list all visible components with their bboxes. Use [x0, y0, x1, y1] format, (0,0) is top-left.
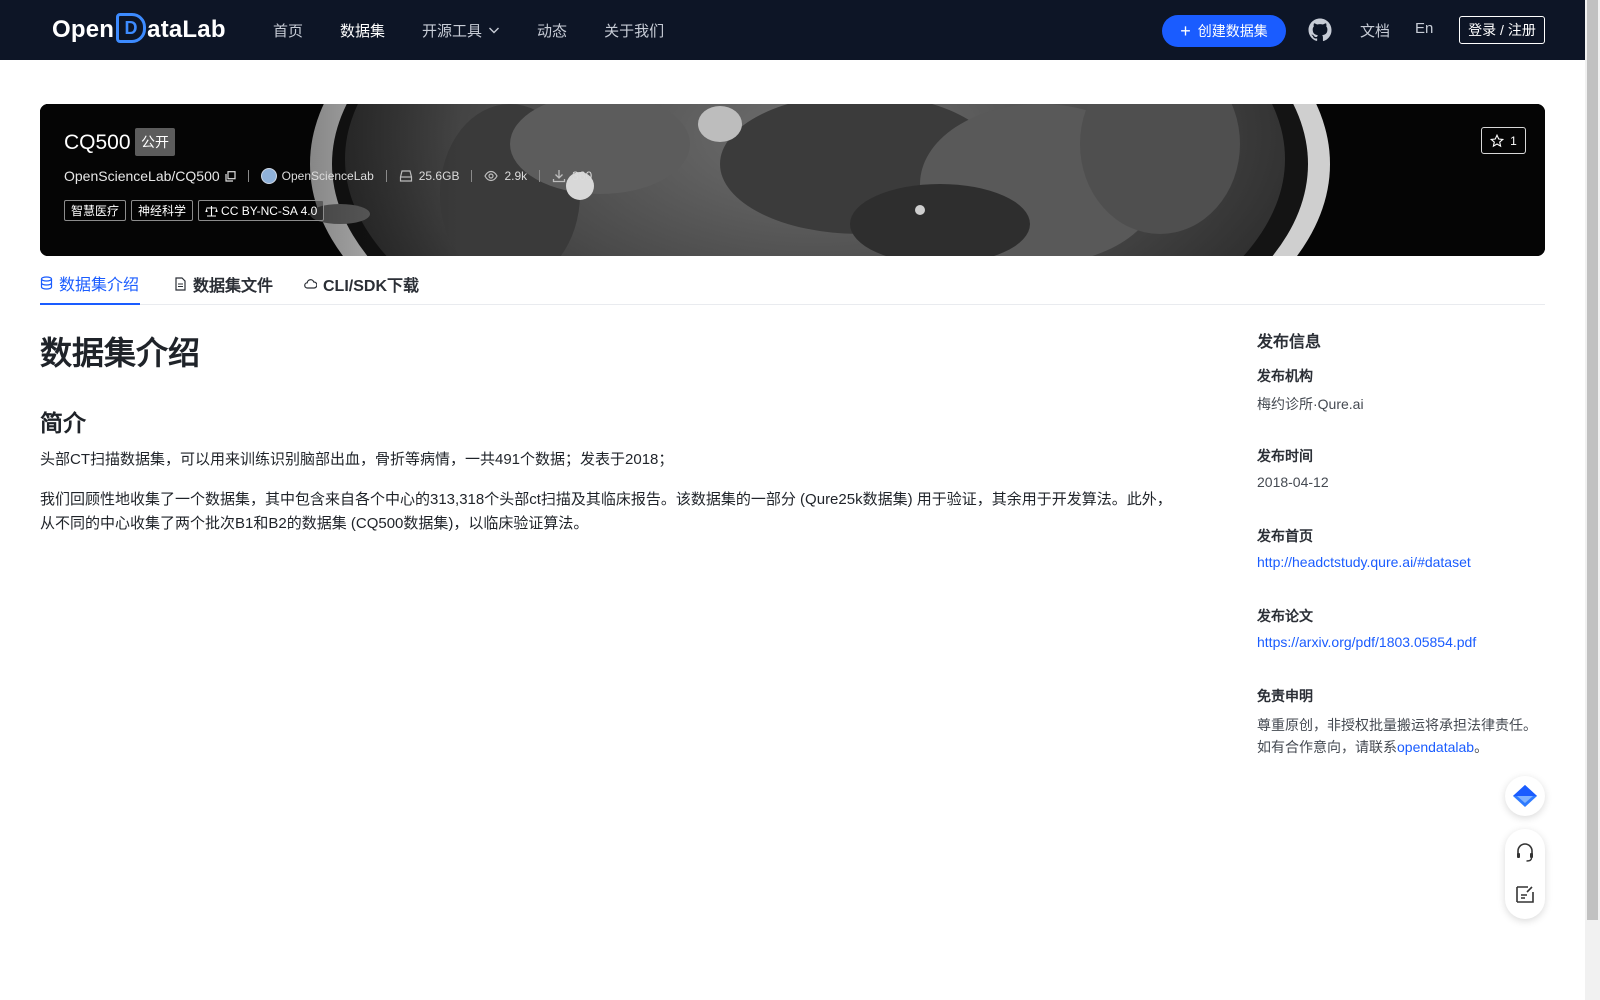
dataset-meta-row: OpenScienceLab/CQ500 OpenScienceLab 25.6… [64, 166, 592, 186]
disclaimer-text: 尊重原创，非授权批量搬运将承担法律责任。 如有合作意向，请联系opendatal… [1257, 714, 1557, 758]
tab-dataset-files[interactable]: 数据集文件 [174, 262, 273, 305]
docs-link[interactable]: 文档 [1360, 20, 1390, 41]
nav-item-about[interactable]: 关于我们 [604, 20, 664, 41]
dataset-path: OpenScienceLab/CQ500 [64, 168, 220, 184]
org-avatar [260, 168, 277, 184]
eye-icon [484, 170, 499, 182]
license-label: CC BY-NC-SA 4.0 [221, 203, 318, 218]
floating-action-group [1505, 829, 1545, 919]
dataset-banner: CQ500 公开 OpenScienceLab/CQ500 OpenScienc… [40, 104, 1545, 256]
meta-divider [247, 170, 249, 182]
detail-paragraph: 我们回顾性地收集了一个数据集，其中包含来自各个中心的313,318个头部ct扫描… [40, 491, 1172, 532]
dataset-intro-content: 数据集介绍 简介 头部CT扫描数据集，可以用来训练识别脑部出血，骨折等病情，一共… [40, 322, 1180, 536]
language-toggle[interactable]: En [1415, 20, 1433, 37]
file-icon [175, 276, 186, 291]
disclaimer-prefix: 如有合作意向，请联系 [1257, 739, 1397, 755]
chevron-down-icon [489, 27, 500, 34]
content-subheading: 简介 [40, 410, 86, 436]
dataset-org-name: OpenScienceLab [281, 169, 374, 183]
headset-icon [1517, 843, 1533, 862]
license-tag[interactable]: CC BY-NC-SA 4.0 [198, 200, 325, 221]
star-icon [1490, 133, 1505, 147]
dataset-views: 2.9k [484, 169, 527, 183]
nav-item-datasets[interactable]: 数据集 [340, 20, 385, 41]
tab-cli-sdk-label: CLI/SDK下载 [323, 277, 420, 295]
disclaimer-label: 免责申明 [1257, 688, 1313, 704]
logo-d-mark: D [116, 13, 147, 43]
page-scrollbar[interactable] [1585, 0, 1600, 1000]
dataset-tags: 智慧医疗 神经科学 CC BY-NC-SA 4.0 [64, 200, 329, 221]
disclaimer-line-1: 尊重原创，非授权批量搬运将承担法律责任。 [1257, 717, 1537, 733]
contact-link[interactable]: opendatalab [1397, 739, 1474, 755]
edit-note-icon [1516, 886, 1534, 903]
logo-suffix: ataLab [147, 16, 226, 43]
intro-paragraph: 头部CT扫描数据集，可以用来训练识别脑部出血，骨折等病情，一共491个数据；发表… [40, 451, 674, 468]
nav-item-open-tools-label: 开源工具 [422, 22, 483, 40]
tab-dataset-intro[interactable]: 数据集介绍 [40, 262, 140, 305]
download-icon [552, 170, 566, 183]
visibility-badge: 公开 [135, 128, 175, 156]
dataset-views-value: 2.9k [504, 169, 528, 183]
dataset-org[interactable]: OpenScienceLab [260, 168, 374, 184]
star-button[interactable]: 1 [1481, 127, 1526, 154]
paper-label: 发布论文 [1257, 608, 1313, 624]
meta-divider [471, 170, 473, 182]
homepage-link[interactable]: http://headctstudy.qure.ai/#dataset [1257, 554, 1557, 574]
dataset-downloads: 360 [552, 169, 592, 183]
release-info-sidebar: 发布信息 发布机构 梅约诊所·Qure.ai 发布时间 2018-04-12 发… [1257, 328, 1557, 758]
tab-dataset-intro-label: 数据集介绍 [59, 276, 140, 294]
meta-divider [385, 170, 387, 182]
paper-link[interactable]: https://arxiv.org/pdf/1803.05854.pdf [1257, 634, 1557, 654]
main-nav: 首页 数据集 开源工具 动态 关于我们 [273, 0, 701, 60]
cloud-icon [304, 278, 317, 289]
publisher-label: 发布机构 [1257, 368, 1313, 384]
storage-icon [399, 170, 412, 182]
tab-cli-sdk[interactable]: CLI/SDK下载 [304, 262, 419, 305]
create-dataset-label: 创建数据集 [1197, 23, 1268, 39]
tag-neuroscience[interactable]: 神经科学 [131, 200, 194, 221]
dataset-size-value: 25.6GB [418, 169, 460, 183]
dataset-tabs: 数据集介绍 数据集文件 CLI/SDK下载 [40, 262, 1545, 305]
publisher-value: 梅约诊所·Qure.ai [1257, 396, 1364, 412]
ai-assistant-button[interactable] [1505, 776, 1545, 816]
copy-icon[interactable] [225, 170, 236, 182]
disclaimer-suffix: 。 [1474, 739, 1489, 755]
tab-dataset-files-label: 数据集文件 [193, 277, 274, 295]
release-info-title: 发布信息 [1257, 334, 1322, 351]
dataset-downloads-value: 360 [572, 169, 593, 183]
top-navbar: Open DataLab 首页 数据集 开源工具 动态 关于我们 + 创建数据集 … [0, 0, 1585, 60]
scrollbar-thumb[interactable] [1587, 0, 1598, 920]
dataset-size: 25.6GB [399, 169, 460, 183]
star-count: 1 [1510, 133, 1517, 148]
tag-smart-healthcare[interactable]: 智慧医疗 [64, 200, 127, 221]
publish-date-value: 2018-04-12 [1257, 474, 1329, 490]
create-dataset-button[interactable]: + 创建数据集 [1162, 15, 1286, 47]
feedback-button[interactable] [1505, 874, 1545, 914]
homepage-label: 发布首页 [1257, 528, 1313, 544]
opendatalab-logo[interactable]: Open DataLab [52, 13, 226, 46]
meta-divider [539, 170, 541, 182]
github-icon[interactable] [1308, 18, 1332, 42]
login-register-button[interactable]: 登录 / 注册 [1459, 16, 1545, 44]
content-heading: 数据集介绍 [40, 335, 201, 371]
nav-item-open-tools[interactable]: 开源工具 [422, 20, 500, 41]
publish-date-label: 发布时间 [1257, 448, 1313, 464]
plus-icon: + [1180, 21, 1191, 41]
disclaimer-line-2: 如有合作意向，请联系opendatalab。 [1257, 736, 1557, 758]
nav-item-home[interactable]: 首页 [273, 20, 303, 41]
diamond-logo-icon [1513, 785, 1537, 807]
nav-item-news[interactable]: 动态 [537, 20, 567, 41]
scale-icon [205, 205, 218, 217]
customer-service-button[interactable] [1505, 832, 1545, 872]
database-icon [40, 275, 53, 290]
dataset-title: CQ500 [64, 131, 131, 154]
logo-prefix: Open [52, 16, 115, 43]
